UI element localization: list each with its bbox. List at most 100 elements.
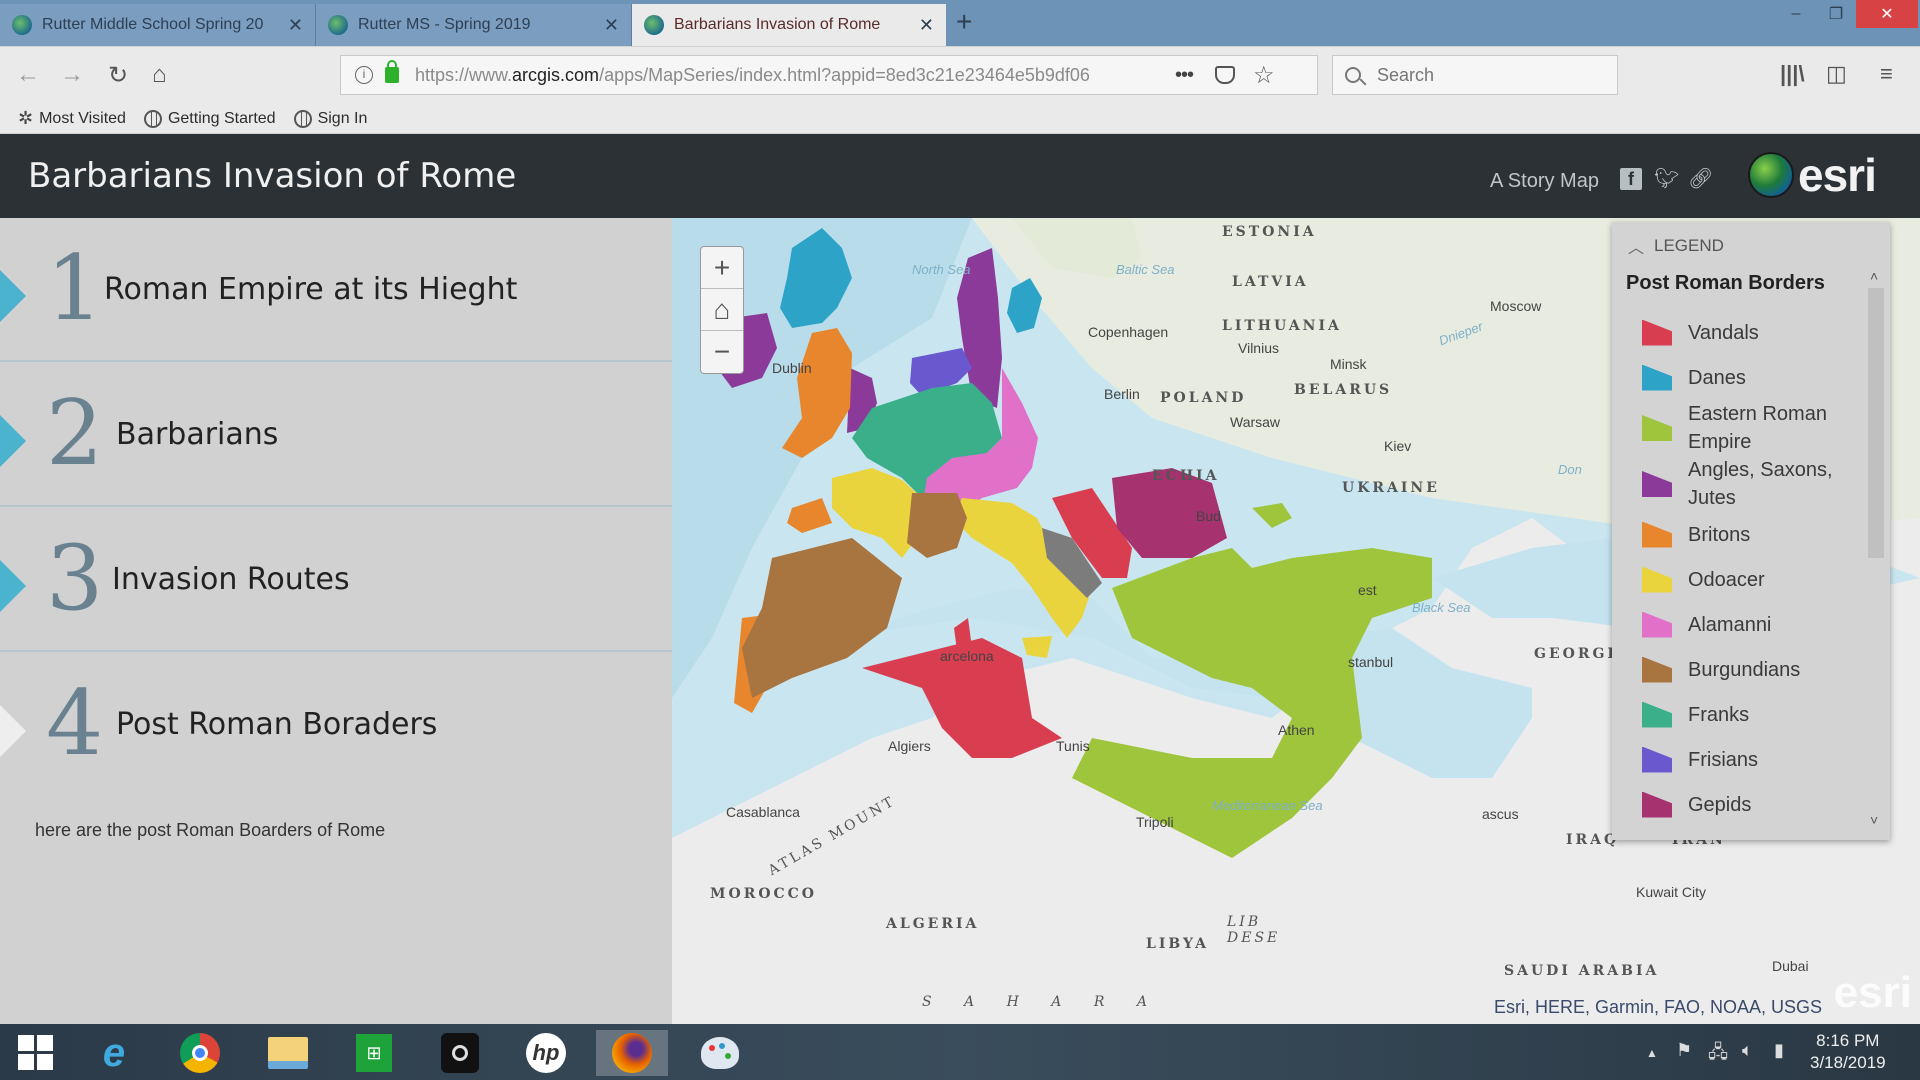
url-domain: arcgis.com (512, 64, 600, 85)
region-burgundians-rhone (907, 493, 967, 558)
forward-button[interactable]: → (60, 61, 84, 89)
internet-explorer-icon[interactable]: e (78, 1030, 150, 1076)
bookmarks-toolbar: ✲ Most Visited Getting Started Sign In (0, 104, 1920, 134)
series-entry-4[interactable]: 4 Post Roman Boraders (0, 653, 672, 797)
volume-icon[interactable]: 🔈︎ (1742, 1040, 1753, 1061)
legend-scrollbar[interactable]: ˄ ˅ (1866, 268, 1886, 828)
map-label-damascus: ascus (1482, 806, 1519, 822)
paint-icon[interactable] (684, 1030, 756, 1076)
close-window-button[interactable]: ✕ (1856, 0, 1918, 28)
show-hidden-icons-button[interactable]: ▲ (1646, 1046, 1658, 1060)
reload-button[interactable]: ↻ (108, 61, 128, 90)
bookmark-star-icon[interactable]: ☆ (1253, 61, 1275, 90)
legend-toggle[interactable]: ︿ LEGEND (1628, 234, 1724, 258)
url-prefix: https://www. (415, 64, 513, 85)
legend-item-label: Gepids (1688, 793, 1752, 816)
network-icon[interactable]: 🖧︎ (1708, 1040, 1728, 1070)
twitter-share-icon[interactable]: 🐦︎ (1654, 168, 1679, 190)
search-box[interactable] (1332, 55, 1618, 95)
series-entry-1[interactable]: 1 Roman Empire at its Hieght (0, 218, 672, 362)
zoom-in-button[interactable]: + (701, 247, 743, 289)
legend-items-list: Vandals Danes Eastern Roman Empire Angles, … (1626, 310, 1862, 826)
page-actions-icon[interactable]: ••• (1175, 64, 1194, 87)
restore-button[interactable]: ❐ (1816, 0, 1856, 28)
store-icon[interactable]: ⊞ (338, 1030, 410, 1076)
entry-title: Post Roman Boraders (116, 707, 438, 742)
legend-item: Vandals (1626, 310, 1862, 355)
close-tab-icon[interactable]: ✕ (919, 15, 934, 36)
legend-swatch-icon (1642, 521, 1672, 548)
sidebar-icon[interactable]: ◫ (1826, 61, 1847, 87)
link-share-icon[interactable]: 🔗︎ (1688, 168, 1713, 190)
back-button[interactable]: ← (16, 61, 40, 89)
menu-hamburger-icon[interactable]: ≡ (1880, 61, 1893, 87)
bookmark-most-visited[interactable]: ✲ Most Visited (18, 108, 126, 129)
file-explorer-icon[interactable] (252, 1030, 324, 1076)
pocket-icon[interactable] (1215, 66, 1236, 84)
map-label-latvia: LATVIA (1232, 274, 1309, 290)
legend-item-label: Alamanni (1688, 613, 1772, 636)
scroll-up-icon[interactable]: ˄ (1870, 268, 1878, 284)
map-label-dublin: Dublin (772, 360, 812, 376)
map-label-algeria: ALGERIA (886, 916, 980, 932)
search-input[interactable] (1377, 64, 1597, 86)
site-favicon-icon (328, 15, 348, 35)
zoom-out-button[interactable]: − (701, 331, 743, 373)
scroll-down-icon[interactable]: ˅ (1870, 812, 1878, 828)
entry-description: here are the post Roman Boarders of Rome (35, 820, 386, 840)
battery-icon[interactable]: ▮ (1774, 1040, 1784, 1061)
action-center-flag-icon[interactable]: ⚑ (1676, 1040, 1692, 1061)
url-bar[interactable]: i https://www.arcgis.com/apps/MapSeries/… (340, 55, 1318, 95)
bookmark-sign-in[interactable]: Sign In (293, 109, 367, 128)
map-label-barcelona: arcelona (940, 648, 994, 664)
legend-item: Odoacer (1626, 557, 1862, 602)
library-icon[interactable]: |||\ (1780, 61, 1805, 87)
legend-item: Frisians (1626, 737, 1862, 782)
firefox-icon[interactable] (596, 1030, 668, 1076)
story-map-link[interactable]: A Story Map (1490, 170, 1599, 193)
home-button[interactable]: ⌂ (152, 61, 167, 89)
home-extent-button[interactable]: ⌂ (701, 289, 743, 331)
site-info-icon[interactable]: i (355, 66, 373, 84)
start-button[interactable] (0, 1030, 72, 1076)
browser-tab-2[interactable]: Rutter MS - Spring 2019 ✕ (316, 4, 632, 46)
bookmark-getting-started[interactable]: Getting Started (143, 109, 276, 128)
new-tab-button[interactable]: + (956, 6, 972, 38)
series-entry-2[interactable]: 2 Barbarians (0, 363, 672, 507)
map-label-saudi-arabia: SAUDI ARABIA (1504, 963, 1660, 979)
entry-title: Barbarians (116, 417, 279, 452)
map-label-sahara: S A H A R A (922, 994, 1161, 1010)
webcam-app-icon[interactable] (424, 1030, 496, 1076)
windows-taskbar: e ⊞ hp ▲ ⚑ 🖧︎ 🔈︎ ▮ 8:16 PM 3/18/2019 (0, 1024, 1920, 1080)
entry-number: 4 (46, 671, 104, 776)
chrome-icon[interactable] (164, 1030, 236, 1076)
browser-tab-active[interactable]: Barbarians Invasion of Rome ✕ (632, 4, 946, 46)
esri-globe-icon (1748, 152, 1794, 198)
series-entry-3[interactable]: 3 Invasion Routes (0, 508, 672, 652)
bookmark-label: Most Visited (39, 109, 126, 127)
legend-item: Burgundians (1626, 647, 1862, 692)
map-label-ukraine: UKRAINE (1342, 480, 1440, 496)
minimize-button[interactable]: – (1776, 0, 1816, 28)
close-tab-icon[interactable]: ✕ (604, 15, 619, 36)
legend-layer-title: Post Roman Borders (1626, 272, 1825, 294)
close-tab-icon[interactable]: ✕ (288, 15, 303, 36)
tab-label: Rutter Middle School Spring 20 (42, 16, 264, 33)
url-text[interactable]: https://www.arcgis.com/apps/MapSeries/in… (415, 65, 1155, 86)
legend-swatch-icon (1642, 656, 1672, 683)
entry-number: 1 (46, 236, 104, 341)
legend-swatch-icon (1642, 319, 1672, 346)
globe-icon (293, 109, 312, 128)
map-label-mediterranean-sea: Mediterranean Sea (1212, 798, 1323, 813)
legend-swatch-icon (1642, 746, 1672, 773)
entry-number: 3 (46, 526, 104, 631)
browser-nav-bar: ← → ↻ ⌂ i https://www.arcgis.com/apps/Ma… (0, 46, 1920, 104)
map-label-libyan-desert: LIB DESE (1227, 914, 1281, 946)
scrollbar-thumb[interactable] (1868, 288, 1884, 558)
hp-icon[interactable]: hp (510, 1030, 582, 1076)
system-clock[interactable]: 8:16 PM 3/18/2019 (1810, 1030, 1886, 1074)
browser-tab-1[interactable]: Rutter Middle School Spring 20 ✕ (0, 4, 316, 46)
entry-arrow-icon (0, 415, 26, 467)
esri-logo[interactable]: esri (1748, 148, 1877, 202)
facebook-share-icon[interactable]: f (1620, 168, 1642, 190)
